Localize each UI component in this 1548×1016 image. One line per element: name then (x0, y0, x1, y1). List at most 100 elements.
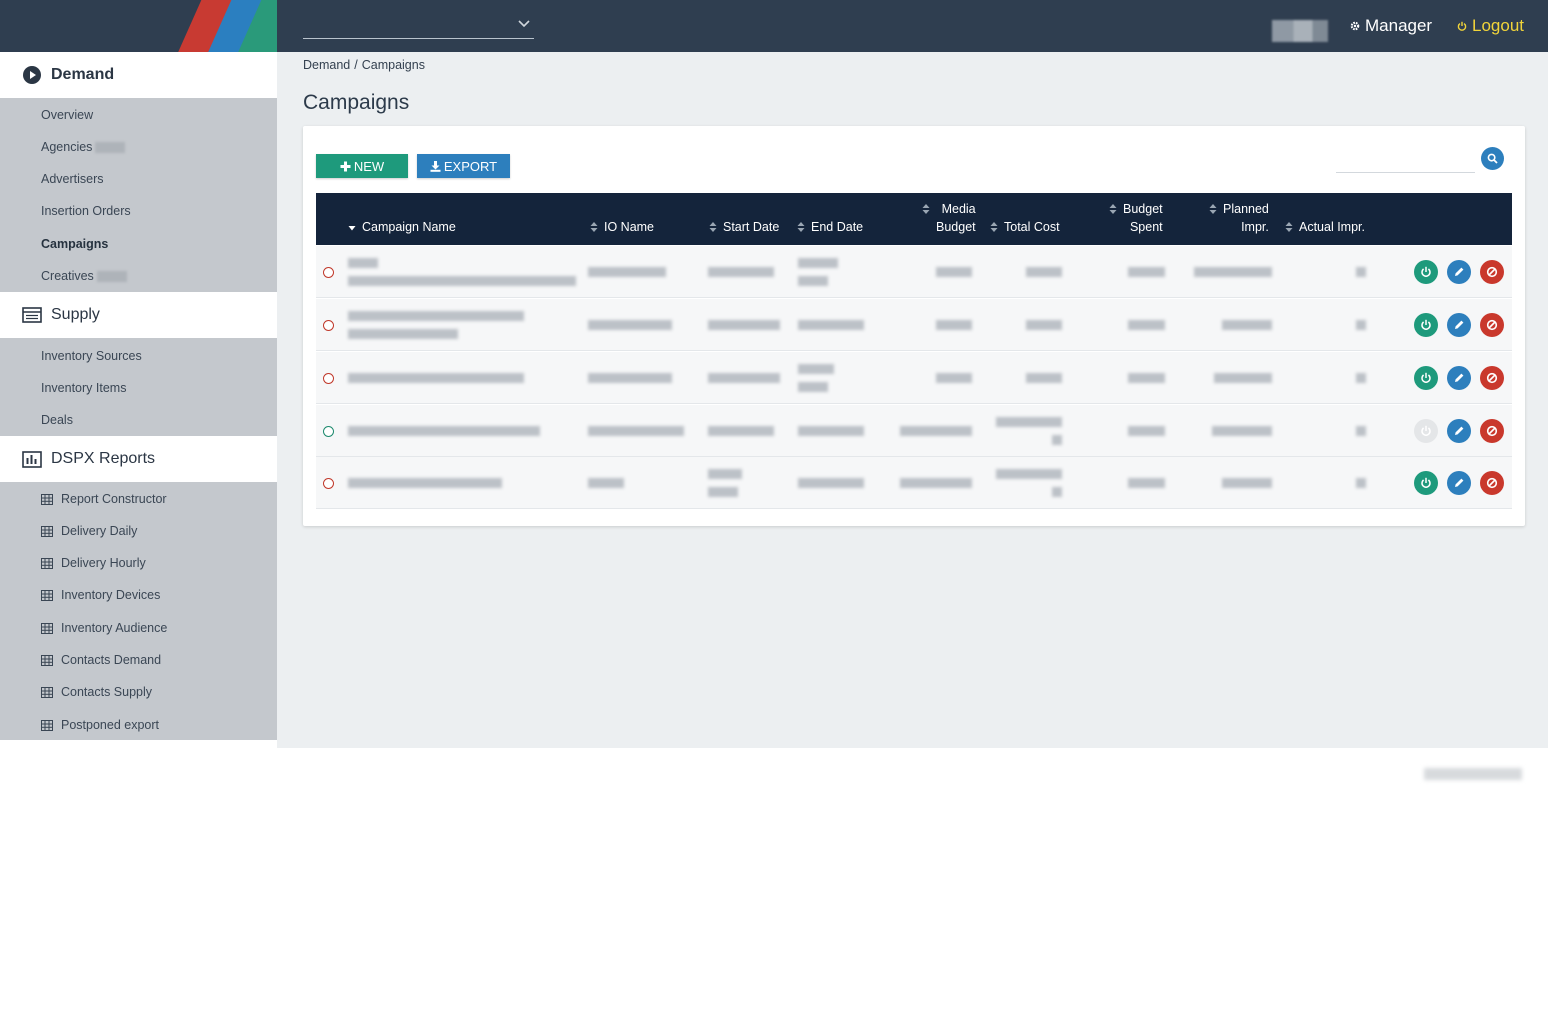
search-input[interactable] (1336, 150, 1475, 173)
account-selector[interactable] (303, 14, 534, 39)
sidebar-item-overview[interactable]: Overview (41, 106, 93, 124)
archive-button[interactable] (1480, 471, 1504, 495)
edit-button[interactable] (1447, 260, 1471, 284)
status-indicator[interactable] (323, 478, 334, 489)
status-indicator[interactable] (323, 320, 334, 331)
column-header-end-date[interactable]: End Date (797, 218, 863, 236)
toggle-active-button[interactable] (1414, 313, 1438, 337)
sidebar-section-reports[interactable]: DSPX Reports (0, 436, 277, 482)
io-name-cell (588, 426, 684, 436)
search-icon (1487, 153, 1498, 164)
sort-icon (1285, 222, 1293, 232)
end-date-cell (798, 478, 864, 488)
end-date-cell (798, 258, 838, 268)
sidebar-section-supply[interactable]: Supply (0, 292, 277, 338)
sidebar-section-demand[interactable]: Demand (0, 52, 277, 98)
column-label-line: Budget (936, 220, 976, 234)
table-row[interactable] (316, 352, 1512, 404)
sidebar-item-campaigns[interactable]: Campaigns (41, 235, 108, 253)
toggle-active-button[interactable] (1414, 366, 1438, 390)
bar-chart-icon (22, 451, 42, 468)
archive-button[interactable] (1480, 260, 1504, 284)
sidebar-item-label: Overview (41, 108, 94, 122)
campaign-name-cell (348, 258, 378, 268)
status-indicator[interactable] (323, 373, 334, 384)
logout-link[interactable]: Logout (1457, 14, 1524, 38)
edit-button[interactable] (1447, 471, 1471, 495)
sidebar-item-contacts-demand[interactable]: Contacts Demand (41, 651, 161, 669)
toggle-active-button[interactable] (1414, 471, 1438, 495)
media-budget-cell (936, 320, 972, 330)
edit-button[interactable] (1447, 313, 1471, 337)
sidebar-item-postponed-export[interactable]: Postponed export (41, 716, 159, 734)
planned-impr-cell (1222, 320, 1272, 330)
power-icon (1421, 372, 1431, 383)
sidebar-item-label: Postponed export (61, 718, 159, 732)
user-avatar[interactable] (1272, 20, 1328, 42)
export-button[interactable]: EXPORT (417, 154, 510, 178)
breadcrumb-demand[interactable]: Demand (303, 58, 350, 72)
planned-impr-cell (1222, 478, 1272, 488)
status-indicator[interactable] (323, 267, 334, 278)
toggle-active-button[interactable] (1414, 260, 1438, 284)
archive-button[interactable] (1480, 419, 1504, 443)
pencil-icon (1455, 426, 1464, 435)
breadcrumb: Demand / Campaigns (303, 58, 425, 72)
search-button[interactable] (1481, 147, 1504, 170)
campaign-name-cell (348, 329, 458, 339)
column-header-campaign-name[interactable]: Campaign Name (348, 218, 456, 236)
column-header-io-name[interactable]: IO Name (590, 218, 654, 236)
sidebar-item-report-constructor[interactable]: Report Constructor (41, 490, 167, 508)
table-row[interactable] (316, 246, 1512, 298)
archive-button[interactable] (1480, 366, 1504, 390)
sidebar-item-inventory-sources[interactable]: Inventory Sources (41, 347, 142, 365)
start-date-cell (708, 267, 774, 277)
end-date-cell (798, 382, 828, 392)
ban-icon (1486, 319, 1498, 331)
actual-impr-cell (1356, 478, 1366, 488)
sidebar-item-insertion-orders[interactable]: Insertion Orders (41, 202, 131, 220)
column-header-start-date[interactable]: Start Date (709, 218, 779, 236)
sort-desc-icon (348, 226, 356, 231)
table-row[interactable] (316, 405, 1512, 457)
table-row[interactable] (316, 457, 1512, 509)
planned-impr-cell (1212, 426, 1272, 436)
status-indicator[interactable] (323, 426, 334, 437)
ban-icon (1486, 477, 1498, 489)
sidebar-item-agencies[interactable]: Agencies (41, 138, 126, 156)
archive-button[interactable] (1480, 313, 1504, 337)
sidebar-item-delivery-daily[interactable]: Delivery Daily (41, 522, 137, 540)
column-header-actual-impr[interactable]: Actual Impr. (1285, 218, 1365, 236)
column-header-media-budget[interactable]: Media Budget (922, 200, 976, 236)
sidebar-item-delivery-hourly[interactable]: Delivery Hourly (41, 554, 146, 572)
edit-button[interactable] (1447, 366, 1471, 390)
sidebar-item-label: Campaigns (41, 237, 109, 251)
actual-impr-cell (1356, 426, 1366, 436)
power-icon (1421, 266, 1431, 277)
table-icon (41, 654, 53, 666)
campaign-name-cell (348, 276, 576, 286)
sidebar-item-advertisers[interactable]: Advertisers (41, 170, 104, 188)
start-date-cell (708, 320, 780, 330)
sidebar-item-contacts-supply[interactable]: Contacts Supply (41, 683, 152, 701)
toggle-active-button[interactable] (1414, 419, 1438, 443)
column-header-total-cost[interactable]: Total Cost (990, 218, 1060, 236)
sidebar-item-creatives[interactable]: Creatives (41, 267, 127, 285)
new-campaign-button[interactable]: NEW (316, 154, 408, 178)
column-header-budget-spent[interactable]: Budget Spent (1109, 200, 1163, 236)
sidebar-item-deals[interactable]: Deals (41, 411, 73, 429)
brand-logo[interactable] (0, 0, 277, 52)
budget-spent-cell (1128, 320, 1165, 330)
new-button-label: NEW (353, 158, 385, 174)
sidebar-item-label: Contacts Demand (61, 653, 162, 667)
sidebar-item-label: Report Constructor (61, 492, 167, 506)
sidebar-item-inventory-audience[interactable]: Inventory Audience (41, 619, 167, 637)
table-row[interactable] (316, 299, 1512, 351)
sidebar-item-inventory-items[interactable]: Inventory Items (41, 379, 126, 397)
sidebar-item-label: Delivery Hourly (61, 556, 146, 570)
column-header-planned-impr[interactable]: Planned Impr. (1209, 200, 1269, 236)
edit-button[interactable] (1447, 419, 1471, 443)
play-circle-icon (23, 66, 41, 84)
sidebar-item-inventory-devices[interactable]: Inventory Devices (41, 586, 160, 604)
manager-link[interactable]: Manager (1350, 14, 1432, 38)
